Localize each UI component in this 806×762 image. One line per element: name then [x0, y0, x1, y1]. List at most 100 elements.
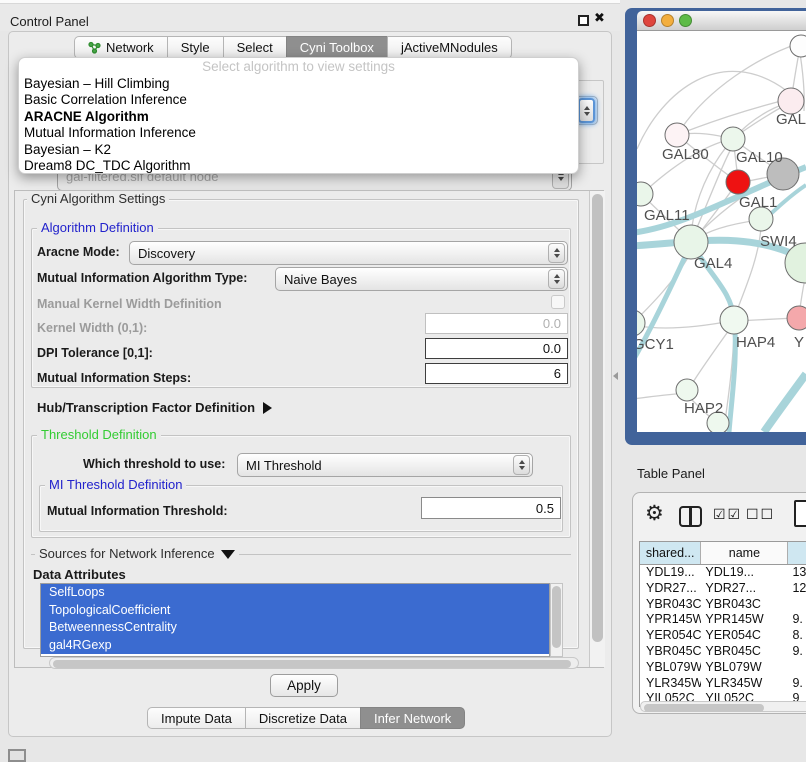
settings-vertical-scrollbar[interactable] — [589, 191, 605, 667]
table-row[interactable]: YDR27...YDR27...12 — [640, 581, 806, 597]
table-row[interactable]: YLR345WYLR345W9. — [640, 676, 806, 692]
dpi-tolerance-field[interactable]: 0.0 — [425, 338, 568, 359]
data-attributes-label: Data Attributes — [33, 567, 126, 582]
network-node-gal4[interactable] — [674, 225, 708, 259]
algorithm-option[interactable]: Bayesian – K2 — [19, 142, 578, 158]
network-node-gal1[interactable] — [726, 170, 750, 194]
tab-impute-data[interactable]: Impute Data — [147, 707, 245, 729]
combo-stepper — [548, 243, 565, 263]
bottom-tabbar: Impute Data Discretize Data Infer Networ… — [147, 707, 465, 729]
manual-kernel-width-checkbox[interactable] — [551, 295, 565, 309]
mi-threshold-field[interactable]: 0.5 — [421, 497, 561, 519]
tab-cyni-toolbox[interactable]: Cyni Toolbox — [286, 36, 387, 59]
attribute-list-item[interactable]: TopologicalCoefficient — [41, 602, 549, 620]
select-all-icon[interactable]: ☑☑ — [713, 506, 742, 523]
network-node-y[interactable] — [787, 306, 806, 330]
close-icon[interactable]: ✖ — [594, 10, 605, 26]
attributes-scrollbar[interactable] — [550, 583, 563, 657]
column-header-shared-name[interactable]: shared... — [640, 542, 701, 564]
network-node-hap2[interactable] — [676, 379, 698, 401]
gear-icon[interactable]: ⚙ — [645, 501, 664, 526]
table-panel-window: ⚙ ☑☑ ☐☐ shared... name YDL19...YDL19...1… — [632, 492, 806, 714]
scrollbar-thumb[interactable] — [644, 704, 764, 712]
network-node-label: GAL11 — [644, 207, 690, 224]
attribute-list-item[interactable]: SelfLoops — [41, 584, 549, 602]
tab-jactivemnodules[interactable]: jActiveMNodules — [387, 36, 512, 59]
table-cell: YER054C — [640, 628, 701, 644]
algorithm-option[interactable]: Basic Correlation Inference — [19, 92, 578, 108]
tab-infer-network[interactable]: Infer Network — [360, 707, 465, 729]
network-canvas[interactable]: GALGAL80GAL10GAL1GAL11SWI4GAL4HAP4YGCY1H… — [637, 31, 806, 432]
column-header-name[interactable]: name — [701, 542, 788, 564]
attribute-list-item[interactable]: gal4RGexp — [41, 637, 549, 655]
combo-stepper — [513, 455, 530, 475]
kernel-width-label: Kernel Width (0,1): — [37, 321, 147, 335]
scrollbar-thumb[interactable] — [552, 586, 561, 648]
kernel-width-value: 0.0 — [543, 316, 567, 331]
column-header-partial[interactable] — [788, 542, 806, 564]
table-cell: 13 — [788, 565, 806, 581]
deselect-all-icon[interactable]: ☐☐ — [746, 506, 775, 523]
network-node-label: Y — [794, 334, 804, 351]
network-node-hap4[interactable] — [720, 306, 748, 334]
minimized-panel-icon[interactable] — [8, 749, 26, 762]
table-cell: YBL079W — [701, 660, 788, 676]
table-horizontal-scrollbar[interactable] — [640, 701, 806, 712]
algorithm-option[interactable]: Mutual Information Inference — [19, 125, 578, 141]
table-row[interactable]: YDL19...YDL19...13 — [640, 565, 806, 581]
attribute-list-item[interactable]: BetweennessCentrality — [41, 619, 549, 637]
tab-style[interactable]: Style — [167, 36, 223, 59]
table-row[interactable]: YPR145WYPR145W9. — [640, 612, 806, 628]
combo-stepper — [548, 269, 565, 289]
mi-algorithm-type-value: Naive Bayes — [276, 272, 548, 287]
splitter-handle[interactable] — [613, 372, 618, 380]
table-row[interactable]: YBL079WYBL079W — [640, 660, 806, 676]
table-row[interactable]: YER054CYER054C8. — [640, 628, 806, 644]
tab-network[interactable]: Network — [74, 36, 167, 59]
mi-algorithm-type-combobox[interactable]: Naive Bayes — [275, 267, 568, 291]
table-row[interactable]: YBR043CYBR043C — [640, 597, 806, 613]
network-node-gal80[interactable] — [665, 123, 689, 147]
manual-kernel-width-label: Manual Kernel Width Definition — [37, 297, 222, 311]
minimize-traffic-light[interactable] — [661, 14, 674, 27]
control-panel-titlebar: Control Panel ✖ — [0, 4, 620, 31]
document-icon[interactable] — [794, 500, 806, 527]
network-node-gcy1[interactable] — [637, 310, 645, 336]
network-node-gal10[interactable] — [721, 127, 745, 151]
which-threshold-value: MI Threshold — [238, 458, 513, 473]
table-cell: YLR345W — [640, 676, 701, 692]
hub-definition-toggle[interactable]: Hub/Transcription Factor Definition — [37, 400, 272, 415]
split-view-icon[interactable] — [679, 506, 702, 527]
algorithm-option[interactable]: Bayesian – Hill Climbing — [19, 76, 578, 92]
kernel-width-field[interactable]: 0.0 — [425, 313, 568, 334]
network-node-label: HAP4 — [736, 334, 775, 351]
aracne-mode-combobox[interactable]: Discovery — [129, 241, 568, 265]
data-attributes-list[interactable]: SelfLoopsTopologicalCoefficientBetweenne… — [40, 583, 550, 657]
algorithm-option[interactable]: Dream8 DC_TDC Algorithm — [19, 158, 578, 174]
settings-horizontal-scrollbar[interactable] — [49, 657, 579, 669]
tab-select[interactable]: Select — [223, 36, 286, 59]
scrollbar-thumb[interactable] — [53, 660, 571, 668]
aracne-mode-label: Aracne Mode: — [37, 245, 120, 259]
collapse-arrow-icon — [221, 550, 235, 559]
network-node[interactable] — [790, 35, 806, 57]
apply-button[interactable]: Apply — [270, 674, 338, 697]
sources-section-toggle[interactable]: Sources for Network Inference — [35, 547, 239, 561]
zoom-traffic-light[interactable] — [679, 14, 692, 27]
algorithm-option[interactable]: ARACNE Algorithm — [19, 109, 578, 125]
scrollbar-thumb[interactable] — [592, 194, 603, 642]
float-window-icon[interactable] — [578, 15, 589, 26]
network-window-frame[interactable]: GALGAL80GAL10GAL1GAL11SWI4GAL4HAP4YGCY1H… — [625, 8, 806, 445]
tab-discretize-data[interactable]: Discretize Data — [245, 707, 360, 729]
which-threshold-combobox[interactable]: MI Threshold — [237, 453, 533, 477]
tab-label: Cyni Toolbox — [300, 40, 374, 55]
network-node-label: SWI4 — [760, 233, 797, 250]
table-row[interactable]: YBR045CYBR045C9. — [640, 644, 806, 660]
mi-algorithm-type-label: Mutual Information Algorithm Type: — [37, 271, 247, 285]
network-window-titlebar[interactable] — [637, 11, 806, 31]
mi-steps-field[interactable]: 6 — [425, 363, 568, 384]
close-traffic-light[interactable] — [643, 14, 656, 27]
combo-stepper — [578, 98, 595, 123]
table-cell: YPR145W — [701, 612, 788, 628]
algorithm-popup-list: Bayesian – Hill ClimbingBasic Correlatio… — [19, 76, 578, 174]
